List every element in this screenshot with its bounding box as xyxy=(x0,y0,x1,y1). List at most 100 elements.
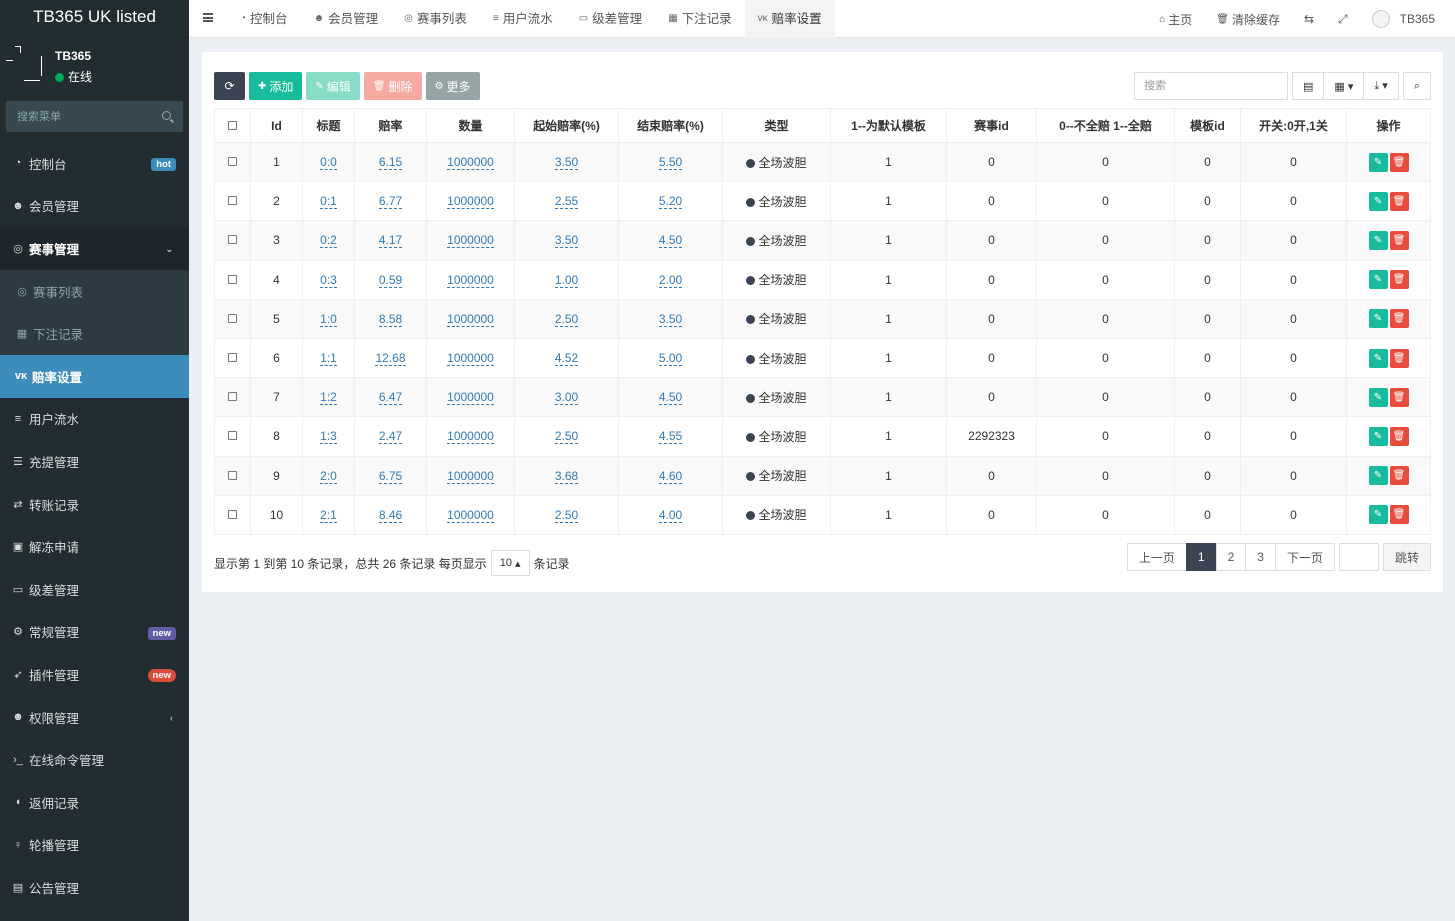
editable-value[interactable]: 3.50 xyxy=(554,155,579,171)
column-header[interactable]: 起始赔率(%) xyxy=(514,108,619,143)
editable-value[interactable]: 5.00 xyxy=(658,351,683,367)
editable-value[interactable]: 1000000 xyxy=(447,233,494,249)
delete-row-button[interactable]: 🗑 xyxy=(1389,426,1409,446)
column-header[interactable]: 标题 xyxy=(302,108,355,143)
columns-button[interactable]: ▦ ▾ xyxy=(1324,72,1365,100)
editable-value[interactable]: 1.00 xyxy=(554,272,579,288)
table-row[interactable]: 1 0:0 6.15 1000000 3.50 5.50 全场波胆 1 0 0 0 0 ✎ 🗑 xyxy=(214,141,1431,183)
column-header[interactable]: Id xyxy=(250,108,303,143)
row-select-cell[interactable] xyxy=(214,337,251,379)
editable-value[interactable]: 1:3 xyxy=(320,429,337,445)
table-row[interactable]: 7 1:2 6.47 1000000 3.00 4.50 全场波胆 1 0 0 0 0 ✎ 🗑 xyxy=(214,377,1431,418)
search-icon[interactable] xyxy=(162,111,171,120)
editable-value[interactable]: 4.52 xyxy=(554,351,579,367)
row-checkbox[interactable] xyxy=(228,313,237,323)
delete-row-button[interactable]: 🗑 xyxy=(1389,387,1409,407)
column-header[interactable]: 赛事id xyxy=(946,108,1037,143)
language-icon[interactable]: ⇆ xyxy=(1304,12,1314,26)
editable-value[interactable]: 5.20 xyxy=(658,194,683,210)
edit-row-button[interactable]: ✎ xyxy=(1368,505,1388,525)
delete-row-button[interactable]: 🗑 xyxy=(1389,152,1409,172)
column-header[interactable]: 类型 xyxy=(722,108,831,143)
tab-4[interactable]: ▭ 级差管理 xyxy=(566,0,655,38)
row-select-cell[interactable] xyxy=(214,181,251,222)
row-checkbox[interactable] xyxy=(228,470,237,480)
page-size-select[interactable]: 10 ▴ xyxy=(490,550,530,576)
row-select-cell[interactable] xyxy=(214,494,251,535)
editable-value[interactable]: 1:0 xyxy=(320,311,337,327)
column-header[interactable]: 0--不全赔 1--全赔 xyxy=(1036,108,1175,143)
row-checkbox[interactable] xyxy=(228,509,237,519)
jump-page-input[interactable] xyxy=(1338,543,1379,571)
sidebar-item-12[interactable]: ➶ 插件管理 new xyxy=(0,653,189,696)
prev-page-button[interactable]: 上一页 xyxy=(1126,543,1187,571)
sidebar-item-2[interactable]: ◎ 赛事管理 ⌄ xyxy=(0,227,189,270)
editable-value[interactable]: 5.50 xyxy=(658,155,683,171)
edit-row-button[interactable]: ✎ xyxy=(1368,348,1388,368)
editable-value[interactable]: 1:2 xyxy=(320,390,337,406)
tab-3[interactable]: ≡ 用户流水 xyxy=(480,0,566,38)
editable-value[interactable]: 4.17 xyxy=(378,233,403,249)
app-title[interactable]: TB365 UK listed xyxy=(0,0,189,36)
table-row[interactable]: 9 2:0 6.75 1000000 3.68 4.60 全场波胆 1 0 0 0 0 ✎ 🗑 xyxy=(214,455,1431,496)
delete-button[interactable]: 🗑 删除 xyxy=(363,72,422,100)
fullscreen-icon[interactable]: ⤢ xyxy=(1338,12,1348,27)
editable-value[interactable]: 6.77 xyxy=(378,194,403,210)
edit-row-button[interactable]: ✎ xyxy=(1368,387,1388,407)
more-button[interactable]: ⚙ 更多 xyxy=(425,72,480,100)
sidebar-item-9[interactable]: ▣ 解冻申请 xyxy=(0,525,189,568)
export-button[interactable]: ⤓ ▾ xyxy=(1364,72,1399,100)
editable-value[interactable]: 1000000 xyxy=(447,390,494,406)
row-select-cell[interactable] xyxy=(214,455,251,496)
table-row[interactable]: 6 1:1 12.68 1000000 4.52 5.00 全场波胆 1 0 0 0 0 ✎ 🗑 xyxy=(214,337,1431,379)
editable-value[interactable]: 4.60 xyxy=(658,468,683,484)
editable-value[interactable]: 2.50 xyxy=(554,507,579,523)
user-menu[interactable]: TB365 xyxy=(1371,10,1435,28)
sidebar-item-4[interactable]: ▦ 下注记录 xyxy=(0,312,189,355)
editable-value[interactable]: 1000000 xyxy=(447,351,494,367)
page-button-2[interactable]: 2 xyxy=(1215,543,1247,571)
row-select-cell[interactable] xyxy=(214,141,251,183)
select-all-cell[interactable] xyxy=(214,108,251,143)
editable-value[interactable]: 0:3 xyxy=(320,272,337,288)
tab-2[interactable]: ◎ 赛事列表 xyxy=(391,0,480,38)
sidebar-item-16[interactable]: ♀ 轮播管理 xyxy=(0,824,189,867)
column-header[interactable]: 模板id xyxy=(1174,108,1241,143)
editable-value[interactable]: 2:0 xyxy=(320,468,337,484)
editable-value[interactable]: 1000000 xyxy=(447,272,494,288)
editable-value[interactable]: 1000000 xyxy=(447,468,494,484)
editable-value[interactable]: 3.68 xyxy=(554,468,579,484)
select-all-checkbox[interactable] xyxy=(228,120,237,130)
sidebar-item-5[interactable]: ᴠᴋ 赔率设置 xyxy=(0,354,189,398)
editable-value[interactable]: 1000000 xyxy=(447,194,494,210)
row-checkbox[interactable] xyxy=(228,235,237,245)
delete-row-button[interactable]: 🗑 xyxy=(1389,191,1409,211)
menu-search-input[interactable] xyxy=(6,101,156,132)
sidebar-item-8[interactable]: ⇄ 转账记录 xyxy=(0,483,189,526)
editable-value[interactable]: 1000000 xyxy=(447,507,494,523)
edit-row-button[interactable]: ✎ xyxy=(1368,466,1388,486)
column-header[interactable]: 数量 xyxy=(426,108,515,143)
editable-value[interactable]: 4.55 xyxy=(658,429,683,445)
editable-value[interactable]: 0:0 xyxy=(320,155,337,171)
edit-row-button[interactable]: ✎ xyxy=(1368,191,1388,211)
row-select-cell[interactable] xyxy=(214,259,251,300)
delete-row-button[interactable]: 🗑 xyxy=(1389,466,1409,486)
editable-value[interactable]: 1:1 xyxy=(320,351,337,367)
editable-value[interactable]: 6.15 xyxy=(378,155,403,171)
editable-value[interactable]: 8.46 xyxy=(378,507,403,523)
sidebar-item-10[interactable]: ▭ 级差管理 xyxy=(0,568,189,611)
edit-row-button[interactable]: ✎ xyxy=(1368,230,1388,250)
row-checkbox[interactable] xyxy=(228,353,237,363)
editable-value[interactable]: 6.75 xyxy=(378,468,403,484)
editable-value[interactable]: 1000000 xyxy=(447,155,494,171)
editable-value[interactable]: 0:1 xyxy=(320,194,337,210)
sidebar-item-13[interactable]: ☻ 权限管理 ‹ xyxy=(0,696,189,739)
editable-value[interactable]: 2.00 xyxy=(658,272,683,288)
add-button[interactable]: ✚ 添加 xyxy=(249,72,303,100)
row-checkbox[interactable] xyxy=(228,157,237,167)
edit-row-button[interactable]: ✎ xyxy=(1368,426,1388,446)
editable-value[interactable]: 3.50 xyxy=(658,311,683,327)
editable-value[interactable]: 3.50 xyxy=(554,233,579,249)
advanced-search-button[interactable]: ⌕ xyxy=(1402,72,1431,100)
